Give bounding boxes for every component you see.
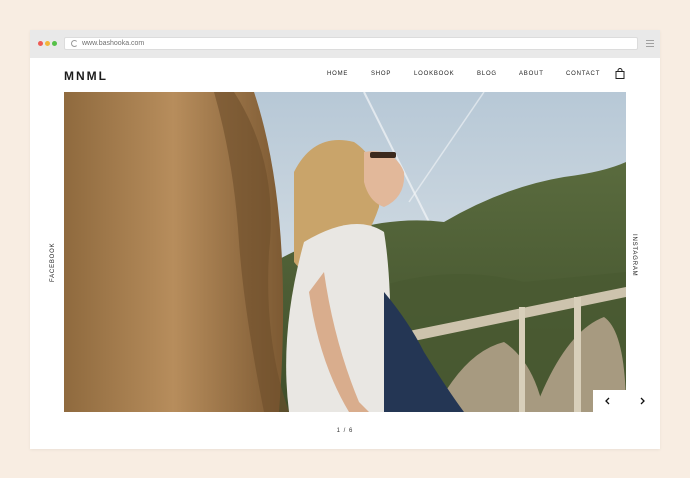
instagram-link[interactable]: INSTAGRAM xyxy=(631,234,637,276)
site-logo[interactable]: MNML xyxy=(64,69,108,83)
hamburger-menu-icon[interactable] xyxy=(646,40,654,48)
nav-shop[interactable]: SHOP xyxy=(371,71,391,77)
address-url: www.bashooka.com xyxy=(82,40,145,47)
nav-about[interactable]: ABOUT xyxy=(519,71,544,77)
facebook-link[interactable]: FACEBOOK xyxy=(50,243,56,282)
hero-slide-image xyxy=(64,92,626,412)
address-bar[interactable]: www.bashooka.com xyxy=(64,37,638,50)
nav-blog[interactable]: BLOG xyxy=(477,71,497,77)
close-window-dot[interactable] xyxy=(38,41,43,46)
maximize-window-dot[interactable] xyxy=(52,41,57,46)
reload-icon[interactable] xyxy=(71,40,78,47)
hero-photo xyxy=(64,92,626,412)
minimize-window-dot[interactable] xyxy=(45,41,50,46)
chevron-right-icon[interactable] xyxy=(635,394,649,408)
chevron-left-icon[interactable] xyxy=(601,394,615,408)
shopping-bag-icon[interactable] xyxy=(615,68,625,79)
browser-toolbar: www.bashooka.com xyxy=(30,30,660,58)
nav-home[interactable]: HOME xyxy=(327,71,348,77)
browser-window: www.bashooka.com MNML HOME SHOP LOOKBOOK… xyxy=(30,30,660,449)
slider-controls xyxy=(593,390,660,412)
slide-counter: 1 / 6 xyxy=(336,428,354,434)
nav-contact[interactable]: CONTACT xyxy=(566,71,600,77)
nav-lookbook[interactable]: LOOKBOOK xyxy=(414,71,454,77)
